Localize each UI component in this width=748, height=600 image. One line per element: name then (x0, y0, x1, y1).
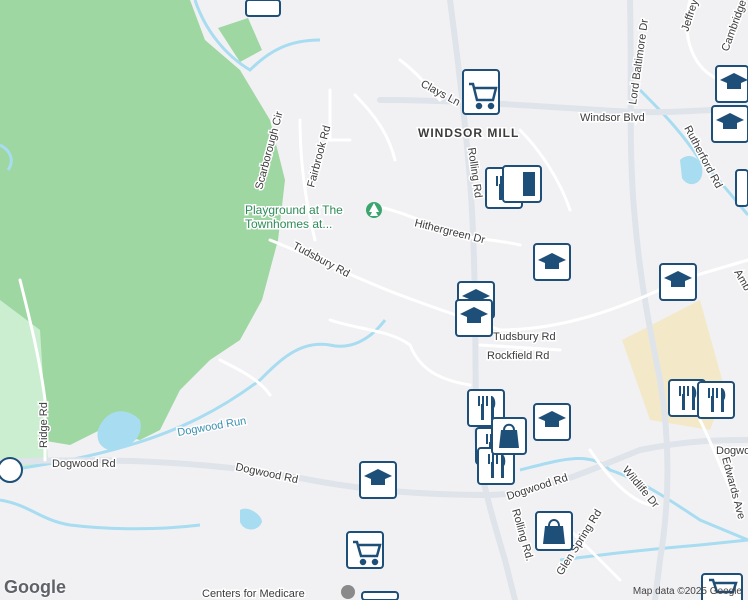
poi-school[interactable] (711, 105, 748, 143)
poi-shopping-cart[interactable] (462, 69, 500, 115)
poi-school[interactable] (533, 243, 571, 281)
poi-school[interactable] (533, 403, 571, 441)
marker-bg (361, 591, 399, 600)
poi-school[interactable] (659, 263, 697, 301)
road-label-rockfield-rd: Rockfield Rd (487, 350, 549, 362)
poi-school[interactable] (359, 461, 397, 499)
shopping-bag-icon (523, 172, 535, 196)
marker-west-edge[interactable] (0, 457, 23, 483)
marker-bg (697, 381, 735, 419)
road-label-dogwood: Dogwood (716, 445, 748, 457)
place-label: Centers for Medicare (202, 588, 305, 600)
poi-school[interactable] (715, 65, 748, 103)
building-icon (341, 585, 355, 599)
road-label-tudsbury-rd-east: Tudsbury Rd (493, 331, 556, 343)
map-canvas[interactable]: WINDSOR MILL Clays Ln Windsor Blvd Rolli… (0, 0, 748, 600)
poi-shopping-cart[interactable] (346, 531, 384, 569)
poi-school[interactable] (455, 299, 493, 337)
google-logo: Google (4, 577, 66, 597)
poi-shopping-bag[interactable] (491, 417, 527, 455)
poi-partial-top[interactable] (245, 0, 281, 17)
road-label-dogwood-rd-west: Dogwood Rd (52, 458, 116, 470)
road-label-ridge-rd: Ridge Rd (38, 402, 50, 448)
poi-partial-bottom[interactable] (361, 591, 399, 600)
poi-restaurant[interactable] (502, 165, 542, 203)
marker-bg (735, 169, 748, 207)
area-label: WINDSOR MILL (418, 126, 519, 140)
map-attribution: Map data ©2025 Google (632, 586, 742, 597)
poi-restaurant[interactable] (697, 381, 735, 419)
poi-partial-right[interactable] (735, 169, 748, 207)
marker-bg (502, 165, 542, 203)
park-label-line2: Townhomes at... (245, 217, 332, 231)
marker-bg (245, 0, 281, 17)
park-label-line1: Playground at The (245, 203, 343, 217)
road-label-windsor-blvd: Windsor Blvd (580, 112, 645, 124)
poi-shopping-bag[interactable] (535, 511, 573, 551)
